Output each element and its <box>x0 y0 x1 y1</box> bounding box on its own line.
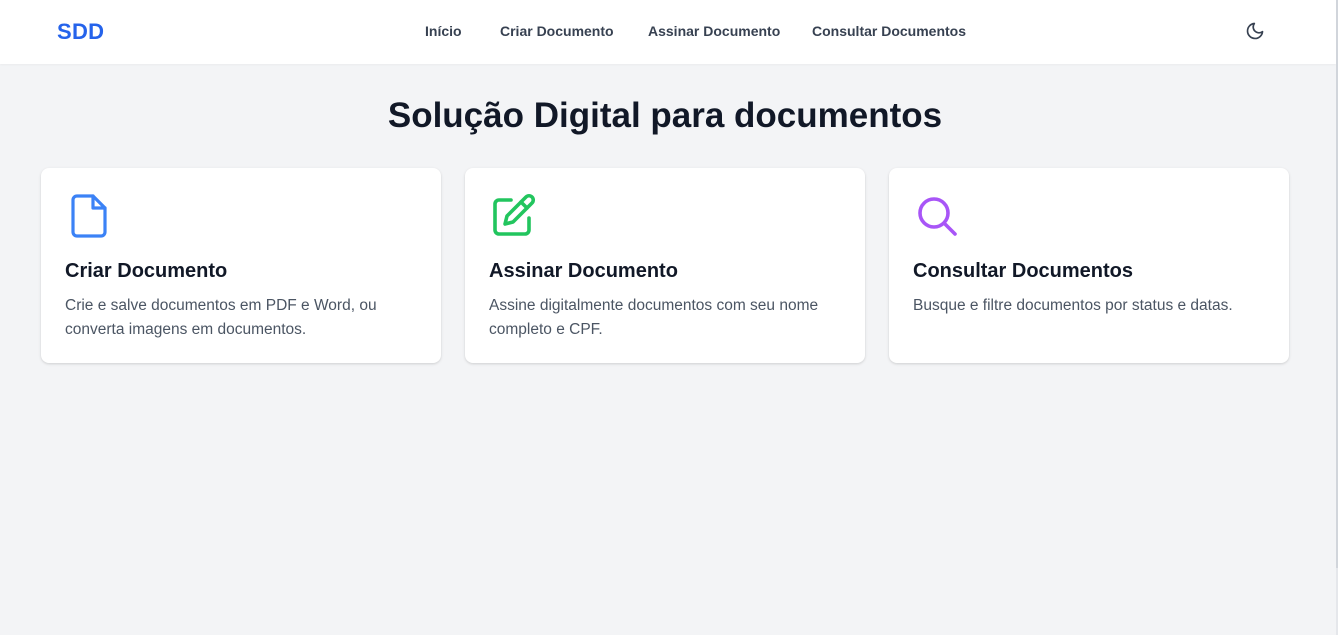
card-title: Assinar Documento <box>489 260 678 282</box>
theme-toggle-button[interactable] <box>1243 20 1267 44</box>
top-navbar: SDD Início Criar Documento Assinar Docum… <box>0 0 1336 64</box>
card-assinar-documento[interactable]: Assinar Documento Assine digitalmente do… <box>465 168 865 363</box>
brand-logo[interactable]: SDD <box>57 19 104 45</box>
search-icon <box>913 192 961 240</box>
card-description: Crie e salve documentos em PDF e Word, o… <box>65 297 377 338</box>
nav-link-inicio[interactable]: Início <box>425 23 462 39</box>
nav-link-assinar-documento[interactable]: Assinar Documento <box>648 23 780 39</box>
moon-icon <box>1245 21 1265 44</box>
pencil-square-icon <box>489 192 537 240</box>
nav-link-criar-documento[interactable]: Criar Documento <box>500 23 614 39</box>
card-title: Consultar Documentos <box>913 260 1134 282</box>
card-description: Assine digitalmente documentos com seu n… <box>489 297 819 338</box>
main-nav: Início Criar Documento Assinar Documento… <box>0 0 1336 64</box>
page-title: Solução Digital para documentos <box>387 96 943 135</box>
card-consultar-documentos[interactable]: Consultar Documentos Busque e filtre doc… <box>889 168 1289 363</box>
nav-link-consultar-documentos[interactable]: Consultar Documentos <box>812 23 966 39</box>
card-title: Criar Documento <box>65 260 228 282</box>
document-icon <box>65 192 113 240</box>
card-criar-documento[interactable]: Criar Documento Crie e salve documentos … <box>41 168 441 363</box>
card-description: Busque e filtre documentos por status e … <box>913 297 1233 314</box>
